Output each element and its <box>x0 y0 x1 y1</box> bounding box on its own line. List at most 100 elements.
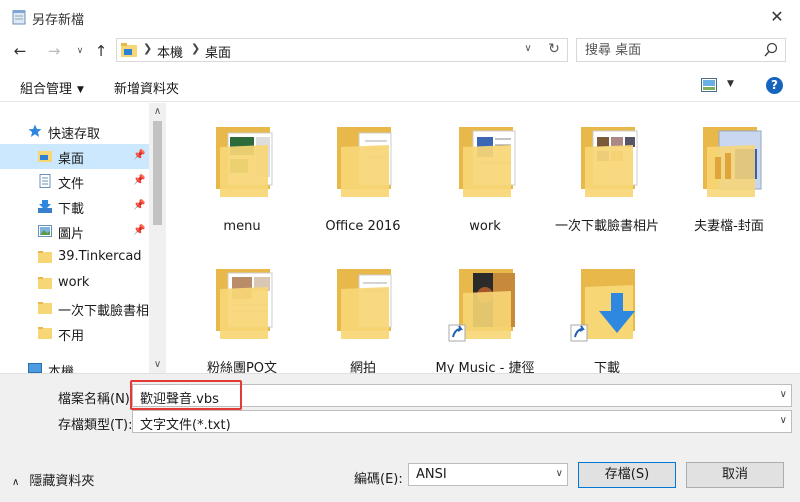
recent-locations-chevron-icon[interactable]: ∨ <box>70 42 90 60</box>
chevron-down-icon[interactable]: ∨ <box>780 389 787 400</box>
navigation-pane: 快速存取 桌面 📌 文件 📌 下載 📌 圖片 📌 39.Tinkercad wo… <box>0 103 166 373</box>
help-icon[interactable]: ? <box>766 77 783 94</box>
sidebar-item-this-pc[interactable]: 本機 <box>0 357 149 373</box>
filetype-label: 存檔類型(T): <box>58 418 133 433</box>
chevron-up-icon: ∧ <box>12 477 20 488</box>
window-title: 另存新檔 <box>32 13 85 28</box>
file-item-work[interactable]: work <box>430 111 540 236</box>
view-options-icon[interactable] <box>701 78 717 92</box>
folder-icon <box>337 269 392 339</box>
pin-icon[interactable]: 📌 <box>133 150 145 162</box>
hide-folders-button[interactable]: ∧ 隱藏資料夾 <box>12 470 94 489</box>
folder-icon <box>38 302 52 314</box>
back-arrow-icon[interactable]: ← <box>10 42 30 60</box>
file-item-facebook-photos[interactable]: 一次下載臉書相片 <box>552 111 662 236</box>
sidebar-item-label: 下載 <box>58 202 85 217</box>
breadcrumb-separator-icon: ❯ <box>143 42 153 55</box>
sidebar-item-tinkercad[interactable]: 39.Tinkercad <box>0 245 149 270</box>
address-bar[interactable]: ❯ 本機 ❯ 桌面 ∨ ↻ <box>116 38 568 62</box>
encoding-label: 編碼(E): <box>354 472 403 487</box>
folder-icon <box>216 269 273 339</box>
new-folder-button[interactable]: 新增資料夾 <box>114 78 179 97</box>
folder-icon <box>337 127 392 197</box>
view-caret-icon[interactable]: ▼ <box>727 79 734 89</box>
pin-icon[interactable]: 📌 <box>133 175 145 187</box>
file-item-fan-page-posts[interactable]: 粉絲團PO文 <box>187 253 297 373</box>
filetype-select[interactable]: 文字文件(*.txt) ∨ <box>132 410 792 433</box>
close-button[interactable]: ✕ <box>754 0 800 32</box>
sidebar-item-label: 本機 <box>48 365 75 373</box>
folder-icon <box>38 327 52 339</box>
file-item-label: 下載 <box>593 361 620 373</box>
sidebar-item-pictures[interactable]: 圖片 📌 <box>0 219 149 244</box>
file-item-downloads-shortcut[interactable]: 下載 <box>552 253 662 373</box>
command-toolbar: 組合管理 ▼ 新增資料夾 ▼ <box>0 68 800 102</box>
sidebar-item-label: 一次下載臉書相片 <box>58 304 149 319</box>
file-item-label: menu <box>223 219 261 234</box>
file-item-label: My Music - 捷徑 <box>435 361 535 373</box>
hide-folders-label: 隱藏資料夾 <box>29 474 95 489</box>
desktop-folder-icon <box>121 43 137 57</box>
sidebar-item-facebook-photos[interactable]: 一次下載臉書相片 <box>0 296 149 321</box>
organize-button[interactable]: 組合管理 ▼ <box>20 78 84 97</box>
address-dropdown-icon[interactable]: ∨ <box>521 43 535 57</box>
organize-label: 組合管理 <box>20 82 73 97</box>
filetype-value: 文字文件(*.txt) <box>140 418 231 433</box>
sidebar-item-label: 文件 <box>58 177 85 192</box>
folder-icon <box>703 127 762 197</box>
notepad-icon <box>12 10 26 25</box>
sidebar-item-downloads[interactable]: 下載 📌 <box>0 194 149 219</box>
search-input[interactable] <box>585 42 755 58</box>
sidebar-item-label: work <box>58 275 90 290</box>
file-item-online-shop[interactable]: 網拍 <box>308 253 418 373</box>
folder-icon <box>216 127 273 197</box>
save-button[interactable]: 存檔(S) <box>578 462 676 488</box>
file-item-my-music-shortcut[interactable]: My Music - 捷徑 <box>430 253 540 373</box>
chevron-down-icon[interactable]: ∨ <box>556 468 563 479</box>
folder-icon <box>38 251 52 263</box>
documents-icon <box>39 174 51 188</box>
sidebar-scrollbar[interactable]: ∧ ∨ <box>149 103 166 373</box>
file-item-label: 夫妻檔-封面 <box>694 219 764 234</box>
sidebar-item-desktop[interactable]: 桌面 📌 <box>0 144 149 169</box>
folder-icon <box>38 277 52 289</box>
sidebar-item-documents[interactable]: 文件 📌 <box>0 169 149 194</box>
file-item-label: 一次下載臉書相片 <box>554 219 659 234</box>
breadcrumb-this-pc[interactable]: 本機 <box>157 42 183 61</box>
sidebar-item-label: 圖片 <box>58 227 85 242</box>
chevron-down-icon[interactable]: ∨ <box>780 415 787 426</box>
scroll-up-icon[interactable]: ∧ <box>149 103 166 120</box>
pictures-icon <box>38 225 52 237</box>
breadcrumb-desktop[interactable]: 桌面 <box>205 42 231 61</box>
encoding-select[interactable]: ANSI ∨ <box>408 463 568 486</box>
music-folder-icon <box>448 269 515 342</box>
search-box[interactable] <box>576 38 786 62</box>
file-item-couple-cover[interactable]: 夫妻檔-封面 <box>674 111 784 236</box>
sidebar-item-quick-access[interactable]: 快速存取 <box>0 119 149 144</box>
pin-icon[interactable]: 📌 <box>133 225 145 237</box>
downloads-folder-icon <box>570 269 635 342</box>
file-item-menu[interactable]: menu <box>187 111 297 236</box>
sidebar-item-unused[interactable]: 不用 <box>0 321 149 346</box>
sidebar-item-label: 桌面 <box>58 152 85 167</box>
file-item-label: 粉絲團PO文 <box>206 361 278 373</box>
file-item-label: work <box>469 219 501 234</box>
scroll-down-icon[interactable]: ∨ <box>149 356 166 373</box>
encoding-value: ANSI <box>416 467 447 482</box>
filename-value: 歡迎聲音.vbs <box>140 392 219 407</box>
folder-icon <box>581 127 638 197</box>
cancel-button[interactable]: 取消 <box>686 462 784 488</box>
sidebar-item-work[interactable]: work <box>0 271 149 296</box>
file-item-office-2016[interactable]: Office 2016 <box>308 111 418 236</box>
up-arrow-icon[interactable]: ↑ <box>91 42 111 60</box>
filename-field[interactable]: 歡迎聲音.vbs ∨ <box>132 384 792 407</box>
folder-icon <box>459 127 516 197</box>
search-icon[interactable] <box>763 42 779 58</box>
file-item-label: Office 2016 <box>325 219 401 234</box>
forward-arrow-icon[interactable]: → <box>44 42 64 60</box>
computer-icon <box>28 363 42 373</box>
scrollbar-thumb[interactable] <box>153 121 162 225</box>
refresh-icon[interactable]: ↻ <box>545 41 563 59</box>
pin-icon[interactable]: 📌 <box>133 200 145 212</box>
sidebar-item-label: 不用 <box>58 329 85 344</box>
